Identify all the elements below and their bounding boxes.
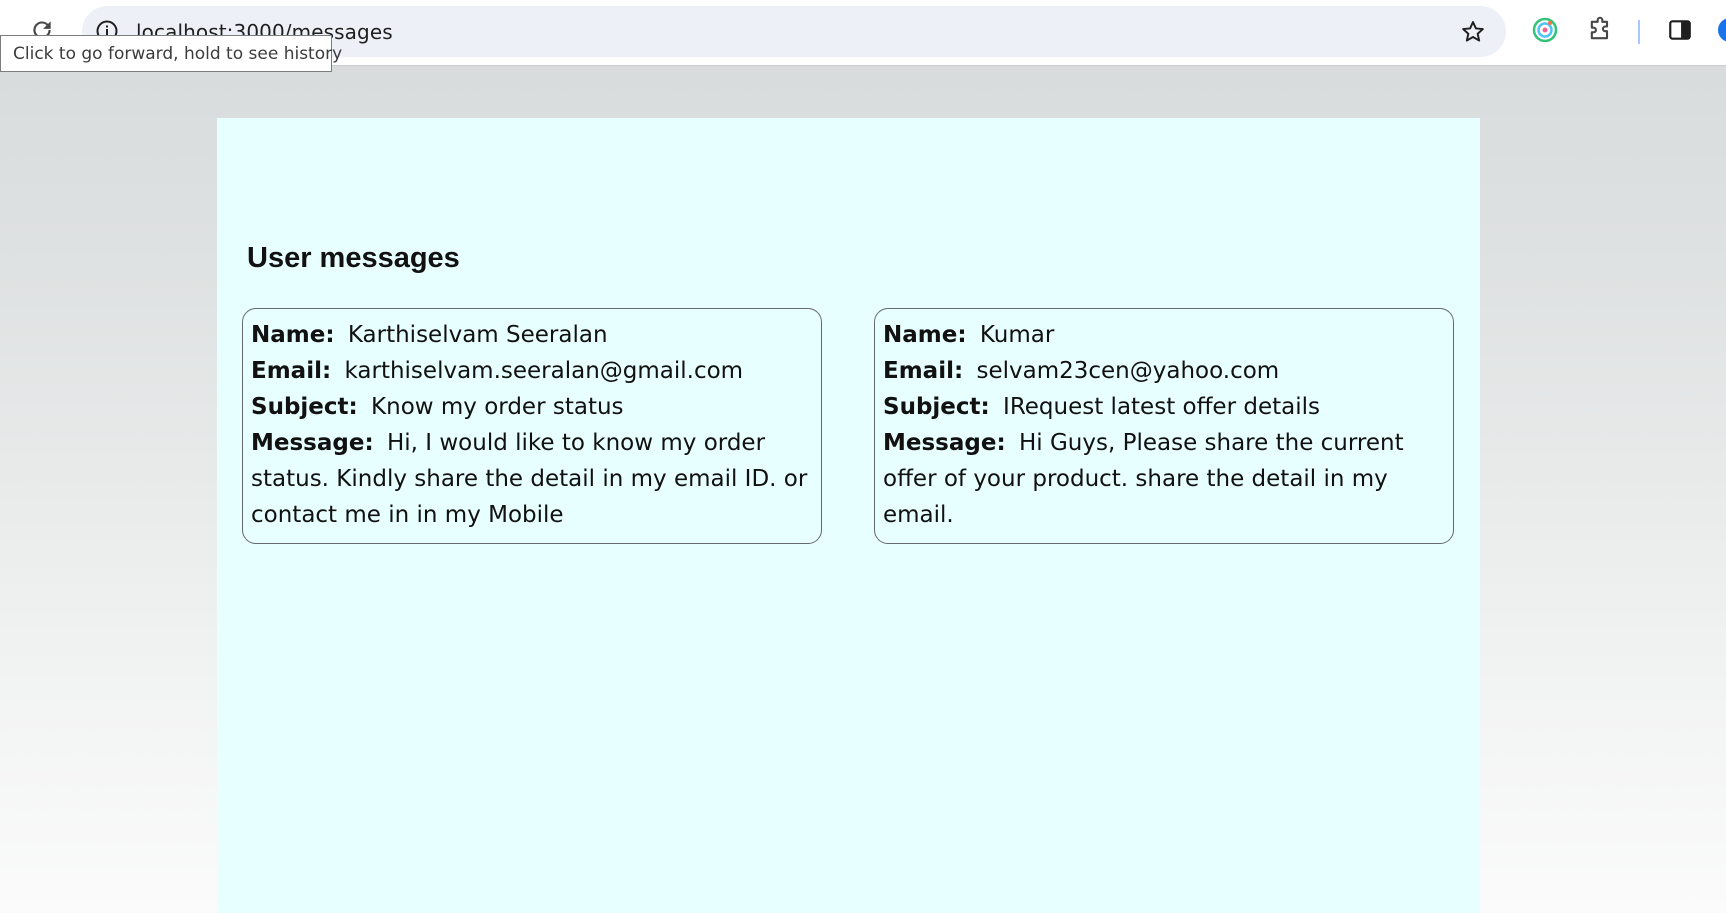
message-card: Name: Kumar Email: selvam23cen@yahoo.com…	[874, 308, 1454, 544]
name-label: Name:	[251, 322, 335, 348]
message-label: Message:	[883, 430, 1006, 456]
subject-value: Know my order status	[371, 394, 624, 420]
email-label: Email:	[883, 358, 964, 384]
email-value: karthiselvam.seeralan@gmail.com	[344, 358, 744, 384]
subject-label: Subject:	[883, 394, 990, 420]
message-row: Message: Hi Guys, Please share the curre…	[883, 425, 1445, 533]
subject-value: IRequest latest offer details	[1003, 394, 1320, 420]
side-panel-icon[interactable]	[1664, 14, 1696, 46]
name-row: Name: Karthiselvam Seeralan	[251, 317, 813, 353]
email-row: Email: karthiselvam.seeralan@gmail.com	[251, 353, 813, 389]
toolbar-divider	[1638, 20, 1640, 44]
message-card: Name: Karthiselvam Seeralan Email: karth…	[242, 308, 822, 544]
puzzle-icon[interactable]	[1584, 14, 1616, 46]
name-value: Kumar	[979, 322, 1055, 348]
email-row: Email: selvam23cen@yahoo.com	[883, 353, 1445, 389]
star-icon[interactable]	[1458, 17, 1488, 47]
forward-button-tooltip: Click to go forward, hold to see history	[0, 35, 342, 72]
target-extension-icon[interactable]	[1529, 14, 1561, 46]
profile-avatar[interactable]	[1718, 18, 1726, 42]
name-value: Karthiselvam Seeralan	[347, 322, 608, 348]
subject-label: Subject:	[251, 394, 358, 420]
page-content: User messages Name: Karthiselvam Seerala…	[217, 118, 1480, 913]
message-label: Message:	[251, 430, 374, 456]
subject-row: Subject: Know my order status	[251, 389, 813, 425]
name-row: Name: Kumar	[883, 317, 1445, 353]
email-value: selvam23cen@yahoo.com	[976, 358, 1280, 384]
message-row: Message: Hi, I would like to know my ord…	[251, 425, 813, 533]
page-title: User messages	[247, 242, 460, 274]
email-label: Email:	[251, 358, 332, 384]
subject-row: Subject: IRequest latest offer details	[883, 389, 1445, 425]
name-label: Name:	[883, 322, 967, 348]
